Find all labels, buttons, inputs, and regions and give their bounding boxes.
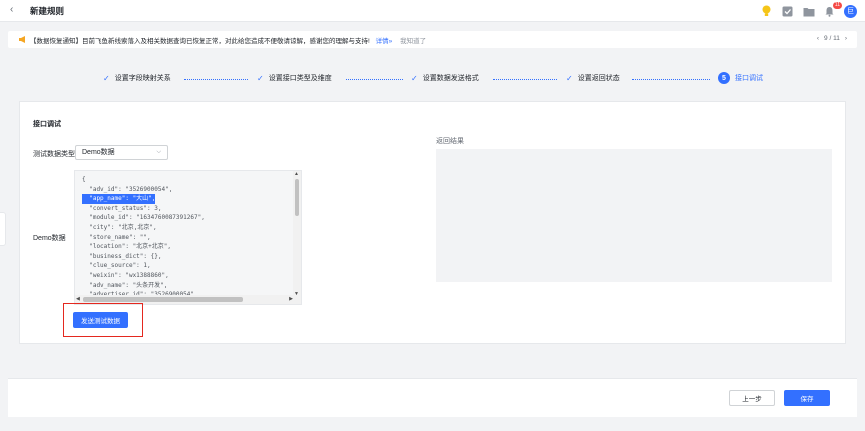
step-connector bbox=[346, 79, 403, 80]
notification-badge: 11 bbox=[832, 1, 842, 9]
step-label: 接口调试 bbox=[735, 75, 763, 82]
demo-data-label: Demo数据 bbox=[33, 235, 66, 242]
code-line: "business_dict": {}, bbox=[82, 252, 162, 260]
step-label: 设置返回状态 bbox=[577, 75, 620, 82]
step-label: 设置接口类型及维度 bbox=[268, 75, 332, 82]
vertical-scrollbar[interactable]: ▲ ▼ bbox=[293, 171, 301, 297]
section-title: 接口调试 bbox=[33, 121, 61, 128]
notice-prev-icon[interactable]: ‹ bbox=[817, 35, 819, 42]
chevron-down-icon: ⌵ bbox=[156, 149, 161, 155]
step-1: ✓ 设置字段映射关系 bbox=[103, 73, 171, 83]
checklist-icon[interactable] bbox=[781, 5, 794, 18]
notice-page-count: 9 / 11 bbox=[824, 35, 840, 42]
data-type-label: 测试数据类型 bbox=[33, 151, 75, 158]
notice-pager: ‹ 9 / 11 › bbox=[817, 35, 847, 42]
step-3: ✓ 设置数据发送格式 bbox=[411, 73, 479, 83]
step-progress: ✓ 设置字段映射关系 ✓ 设置接口类型及维度 ✓ 设置数据发送格式 ✓ 设置返回… bbox=[0, 70, 865, 90]
code-line: "adv_id": "3526900054", bbox=[82, 185, 173, 193]
avatar[interactable]: 巨 bbox=[844, 4, 857, 18]
debug-panel: 接口调试 测试数据类型 Demo数据 ⌵ Demo数据 { "adv_id": … bbox=[19, 101, 846, 344]
notice-next-icon[interactable]: › bbox=[845, 35, 847, 42]
highlight-annotation bbox=[63, 303, 143, 337]
step-5: 5 接口调试 bbox=[718, 72, 763, 84]
step-2: ✓ 设置接口类型及维度 bbox=[257, 73, 332, 83]
code-line: "clue_source": 1, bbox=[82, 262, 151, 270]
lightbulb-icon[interactable] bbox=[760, 5, 773, 18]
step-label: 设置数据发送格式 bbox=[422, 75, 479, 82]
check-icon: ✓ bbox=[257, 73, 264, 83]
scroll-left-icon[interactable]: ◀ bbox=[76, 296, 80, 302]
result-output bbox=[436, 149, 832, 282]
notice-dismiss-link[interactable]: 我知道了 bbox=[400, 38, 426, 45]
notice-message: 【数据恢复通知】目前飞鱼新线索落入及相关数据查询已恢复正常，对此给您造成不便敬请… bbox=[30, 38, 370, 45]
code-line: { bbox=[82, 176, 86, 183]
prev-step-button[interactable]: 上一步 bbox=[729, 390, 775, 406]
step-4: ✓ 设置返回状态 bbox=[566, 73, 620, 83]
step-label: 设置字段映射关系 bbox=[114, 75, 171, 82]
step-connector bbox=[184, 79, 248, 80]
data-type-select[interactable]: Demo数据 ⌵ bbox=[75, 145, 168, 160]
notice-details-link[interactable]: 详情» bbox=[376, 38, 393, 45]
code-line: "city": "北京,北京", bbox=[82, 223, 157, 231]
toolbar-icons: 11 巨 bbox=[760, 1, 857, 19]
check-icon: ✓ bbox=[103, 73, 110, 83]
code-line: "adv_name": "头条开发", bbox=[82, 281, 168, 289]
bell-icon[interactable]: 11 bbox=[823, 1, 842, 18]
code-line: "app_name": "大山", bbox=[82, 194, 156, 204]
side-collapse-tab[interactable] bbox=[0, 212, 6, 246]
check-icon: ✓ bbox=[566, 73, 573, 83]
folder-icon[interactable] bbox=[802, 5, 815, 18]
scroll-thumb[interactable] bbox=[295, 179, 299, 216]
step-connector bbox=[632, 79, 710, 80]
code-line: "convert_status": 3, bbox=[82, 204, 162, 212]
back-arrow-icon[interactable]: ‹ bbox=[10, 4, 13, 15]
page-title: 新建规则 bbox=[30, 6, 65, 16]
code-line: "store_name": "", bbox=[82, 233, 151, 241]
code-content: { "adv_id": "3526900054", "app_name": "大… bbox=[82, 175, 205, 300]
scroll-up-icon[interactable]: ▲ bbox=[294, 171, 299, 177]
top-bar: ‹ 新建规则 11 巨 bbox=[0, 0, 865, 22]
step-number-badge: 5 bbox=[718, 72, 730, 84]
code-line: "weixin": "wx1388860", bbox=[82, 271, 169, 279]
result-label: 返回结果 bbox=[436, 138, 464, 145]
step-connector bbox=[493, 79, 557, 80]
footer-bar: 上一步 保存 bbox=[8, 378, 857, 417]
code-line: "location": "北京+北京", bbox=[82, 243, 172, 251]
code-line: "module_id": "1634760087391267", bbox=[82, 214, 205, 222]
scroll-right-icon[interactable]: ▶ bbox=[289, 296, 293, 302]
check-icon: ✓ bbox=[411, 73, 418, 83]
notice-text: 【数据恢复通知】目前飞鱼新线索落入及相关数据查询已恢复正常，对此给您造成不便敬请… bbox=[30, 35, 426, 45]
notice-bar: 【数据恢复通知】目前飞鱼新线索落入及相关数据查询已恢复正常，对此给您造成不便敬请… bbox=[8, 31, 857, 48]
scroll-thumb[interactable] bbox=[83, 297, 243, 302]
demo-data-textarea[interactable]: { "adv_id": "3526900054", "app_name": "大… bbox=[74, 170, 302, 305]
save-button[interactable]: 保存 bbox=[784, 390, 830, 406]
megaphone-icon bbox=[18, 35, 27, 46]
data-type-value: Demo数据 bbox=[82, 149, 115, 156]
